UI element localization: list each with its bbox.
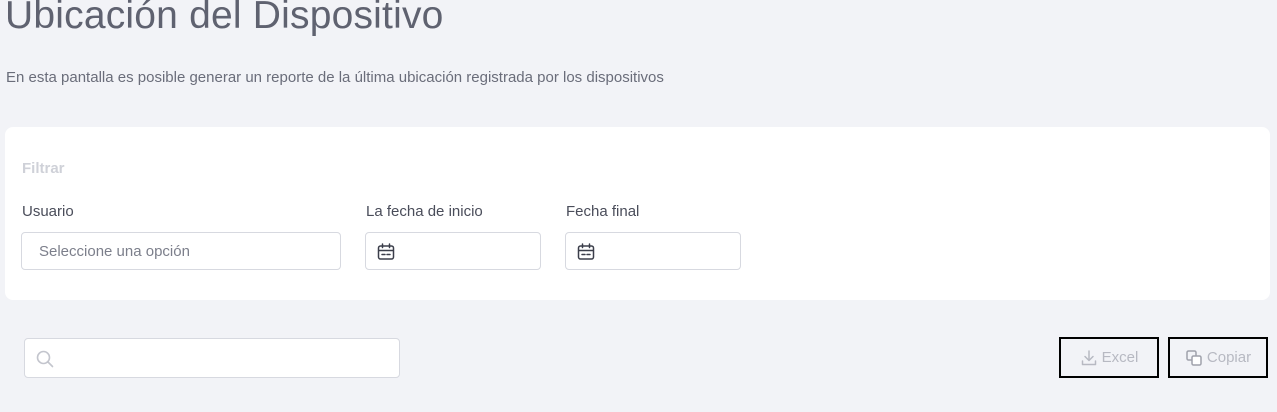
- end-date-label: Fecha final: [566, 203, 640, 220]
- excel-button[interactable]: Excel: [1059, 337, 1159, 378]
- end-date-input[interactable]: [565, 232, 741, 270]
- filter-title: Filtrar: [22, 160, 65, 177]
- excel-button-label: Excel: [1101, 349, 1139, 366]
- copy-button-label: Copiar: [1206, 349, 1252, 366]
- user-select[interactable]: Seleccione una opción: [21, 232, 341, 270]
- device-location-page: Ubicación del Dispositivo En esta pantal…: [0, 0, 1277, 412]
- download-icon: [1081, 349, 1096, 365]
- calendar-icon: [377, 243, 395, 260]
- page-title: Ubicación del Dispositivo: [5, 0, 444, 37]
- search-input[interactable]: [24, 338, 400, 378]
- filter-card: Filtrar Usuario Seleccione una opción La…: [5, 127, 1270, 300]
- page-description: En esta pantalla es posible generar un r…: [6, 69, 664, 86]
- start-date-label: La fecha de inicio: [366, 203, 483, 220]
- calendar-icon: [577, 243, 595, 260]
- user-select-placeholder: Seleccione una opción: [39, 243, 190, 260]
- search-icon: [36, 350, 54, 368]
- copy-icon: [1186, 349, 1202, 366]
- start-date-input[interactable]: [365, 232, 541, 270]
- copy-button[interactable]: Copiar: [1168, 337, 1268, 378]
- user-label: Usuario: [22, 203, 74, 220]
